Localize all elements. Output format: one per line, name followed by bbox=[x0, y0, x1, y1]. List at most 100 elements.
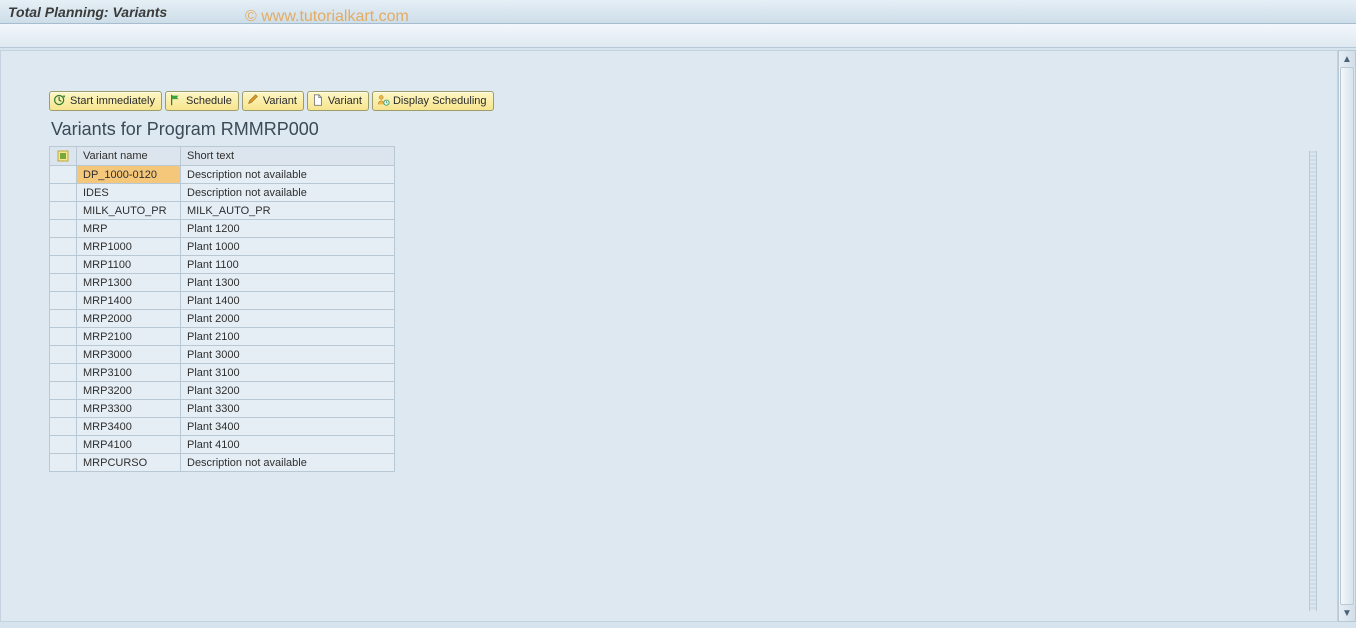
table-row[interactable]: MRP3300Plant 3300 bbox=[50, 400, 395, 418]
table-row[interactable]: IDESDescription not available bbox=[50, 184, 395, 202]
row-select-handle[interactable] bbox=[50, 454, 77, 472]
separator-bar bbox=[0, 24, 1356, 48]
cell-short-text: Plant 1400 bbox=[181, 292, 395, 310]
cell-variant-name: MRP bbox=[77, 220, 181, 238]
cell-short-text: Description not available bbox=[181, 166, 395, 184]
table-row[interactable]: MRP2100Plant 2100 bbox=[50, 328, 395, 346]
button-label: Variant bbox=[328, 95, 362, 107]
row-select-handle[interactable] bbox=[50, 328, 77, 346]
cell-short-text: Description not available bbox=[181, 454, 395, 472]
cell-short-text: Plant 3000 bbox=[181, 346, 395, 364]
resize-rail[interactable] bbox=[1309, 151, 1317, 611]
cell-variant-name: MRP1000 bbox=[77, 238, 181, 256]
select-all-header[interactable] bbox=[50, 147, 77, 166]
row-select-handle[interactable] bbox=[50, 166, 77, 184]
table-row[interactable]: MRP1000Plant 1000 bbox=[50, 238, 395, 256]
cell-variant-name: MRP3300 bbox=[77, 400, 181, 418]
vertical-scrollbar[interactable]: ▲ ▼ bbox=[1338, 50, 1356, 622]
cell-short-text: Plant 3400 bbox=[181, 418, 395, 436]
cell-short-text: Plant 1300 bbox=[181, 274, 395, 292]
content-area: Start immediately Schedule Variant Varia… bbox=[0, 50, 1338, 622]
table-row[interactable]: MRP3400Plant 3400 bbox=[50, 418, 395, 436]
table-row[interactable]: DP_1000-0120Description not available bbox=[50, 166, 395, 184]
row-select-handle[interactable] bbox=[50, 202, 77, 220]
cell-short-text: Description not available bbox=[181, 184, 395, 202]
cell-short-text: Plant 2100 bbox=[181, 328, 395, 346]
select-all-icon bbox=[56, 149, 70, 163]
row-select-handle[interactable] bbox=[50, 274, 77, 292]
button-label: Start immediately bbox=[70, 95, 155, 107]
cell-short-text: MILK_AUTO_PR bbox=[181, 202, 395, 220]
cell-variant-name: IDES bbox=[77, 184, 181, 202]
cell-short-text: Plant 1000 bbox=[181, 238, 395, 256]
cell-short-text: Plant 3100 bbox=[181, 364, 395, 382]
cell-short-text: Plant 3300 bbox=[181, 400, 395, 418]
table-row[interactable]: MRP1100Plant 1100 bbox=[50, 256, 395, 274]
table-row[interactable]: MRPPlant 1200 bbox=[50, 220, 395, 238]
row-select-handle[interactable] bbox=[50, 238, 77, 256]
scroll-down-arrow[interactable]: ▼ bbox=[1339, 605, 1355, 621]
document-icon bbox=[311, 93, 325, 110]
cell-short-text: Plant 2000 bbox=[181, 310, 395, 328]
start-immediately-button[interactable]: Start immediately bbox=[49, 91, 162, 111]
cell-variant-name: MRP3200 bbox=[77, 382, 181, 400]
cell-variant-name: MRP2100 bbox=[77, 328, 181, 346]
row-select-handle[interactable] bbox=[50, 382, 77, 400]
cell-variant-name: MRP3400 bbox=[77, 418, 181, 436]
cell-variant-name: MRP1100 bbox=[77, 256, 181, 274]
row-select-handle[interactable] bbox=[50, 184, 77, 202]
table-row[interactable]: MILK_AUTO_PRMILK_AUTO_PR bbox=[50, 202, 395, 220]
toolbar: Start immediately Schedule Variant Varia… bbox=[49, 91, 1337, 111]
scroll-thumb[interactable] bbox=[1340, 67, 1354, 605]
scroll-up-arrow[interactable]: ▲ bbox=[1339, 51, 1355, 67]
page-title: Total Planning: Variants bbox=[8, 4, 167, 20]
column-header-short-text[interactable]: Short text bbox=[181, 147, 395, 166]
clock-run-icon bbox=[53, 93, 67, 110]
flag-icon bbox=[169, 93, 183, 110]
new-variant-button[interactable]: Variant bbox=[307, 91, 369, 111]
pencil-icon bbox=[246, 93, 260, 110]
table-row[interactable]: MRPCURSODescription not available bbox=[50, 454, 395, 472]
table-row[interactable]: MRP1300Plant 1300 bbox=[50, 274, 395, 292]
person-clock-icon bbox=[376, 93, 390, 110]
table-row[interactable]: MRP2000Plant 2000 bbox=[50, 310, 395, 328]
cell-short-text: Plant 4100 bbox=[181, 436, 395, 454]
cell-short-text: Plant 1200 bbox=[181, 220, 395, 238]
table-header-row: Variant name Short text bbox=[50, 147, 395, 166]
scroll-track[interactable] bbox=[1339, 67, 1355, 605]
cell-variant-name: MRP3100 bbox=[77, 364, 181, 382]
cell-variant-name: MILK_AUTO_PR bbox=[77, 202, 181, 220]
table-row[interactable]: MRP1400Plant 1400 bbox=[50, 292, 395, 310]
cell-variant-name: MRP2000 bbox=[77, 310, 181, 328]
button-label: Variant bbox=[263, 95, 297, 107]
row-select-handle[interactable] bbox=[50, 220, 77, 238]
table-row[interactable]: MRP3100Plant 3100 bbox=[50, 364, 395, 382]
schedule-button[interactable]: Schedule bbox=[165, 91, 239, 111]
row-select-handle[interactable] bbox=[50, 256, 77, 274]
title-bar: Total Planning: Variants bbox=[0, 0, 1356, 24]
row-select-handle[interactable] bbox=[50, 418, 77, 436]
subtitle: Variants for Program RMMRP000 bbox=[51, 119, 1337, 140]
cell-variant-name: MRP1300 bbox=[77, 274, 181, 292]
cell-variant-name: MRP3000 bbox=[77, 346, 181, 364]
row-select-handle[interactable] bbox=[50, 436, 77, 454]
row-select-handle[interactable] bbox=[50, 364, 77, 382]
table-row[interactable]: MRP3000Plant 3000 bbox=[50, 346, 395, 364]
cell-variant-name: MRPCURSO bbox=[77, 454, 181, 472]
cell-variant-name: MRP4100 bbox=[77, 436, 181, 454]
cell-short-text: Plant 1100 bbox=[181, 256, 395, 274]
table-row[interactable]: MRP3200Plant 3200 bbox=[50, 382, 395, 400]
button-label: Schedule bbox=[186, 95, 232, 107]
row-select-handle[interactable] bbox=[50, 400, 77, 418]
variants-table: Variant name Short text DP_1000-0120Desc… bbox=[49, 146, 395, 472]
table-row[interactable]: MRP4100Plant 4100 bbox=[50, 436, 395, 454]
row-select-handle[interactable] bbox=[50, 292, 77, 310]
row-select-handle[interactable] bbox=[50, 346, 77, 364]
cell-variant-name: DP_1000-0120 bbox=[77, 166, 181, 184]
cell-short-text: Plant 3200 bbox=[181, 382, 395, 400]
edit-variant-button[interactable]: Variant bbox=[242, 91, 304, 111]
button-label: Display Scheduling bbox=[393, 95, 487, 107]
row-select-handle[interactable] bbox=[50, 310, 77, 328]
display-scheduling-button[interactable]: Display Scheduling bbox=[372, 91, 494, 111]
column-header-variant-name[interactable]: Variant name bbox=[77, 147, 181, 166]
